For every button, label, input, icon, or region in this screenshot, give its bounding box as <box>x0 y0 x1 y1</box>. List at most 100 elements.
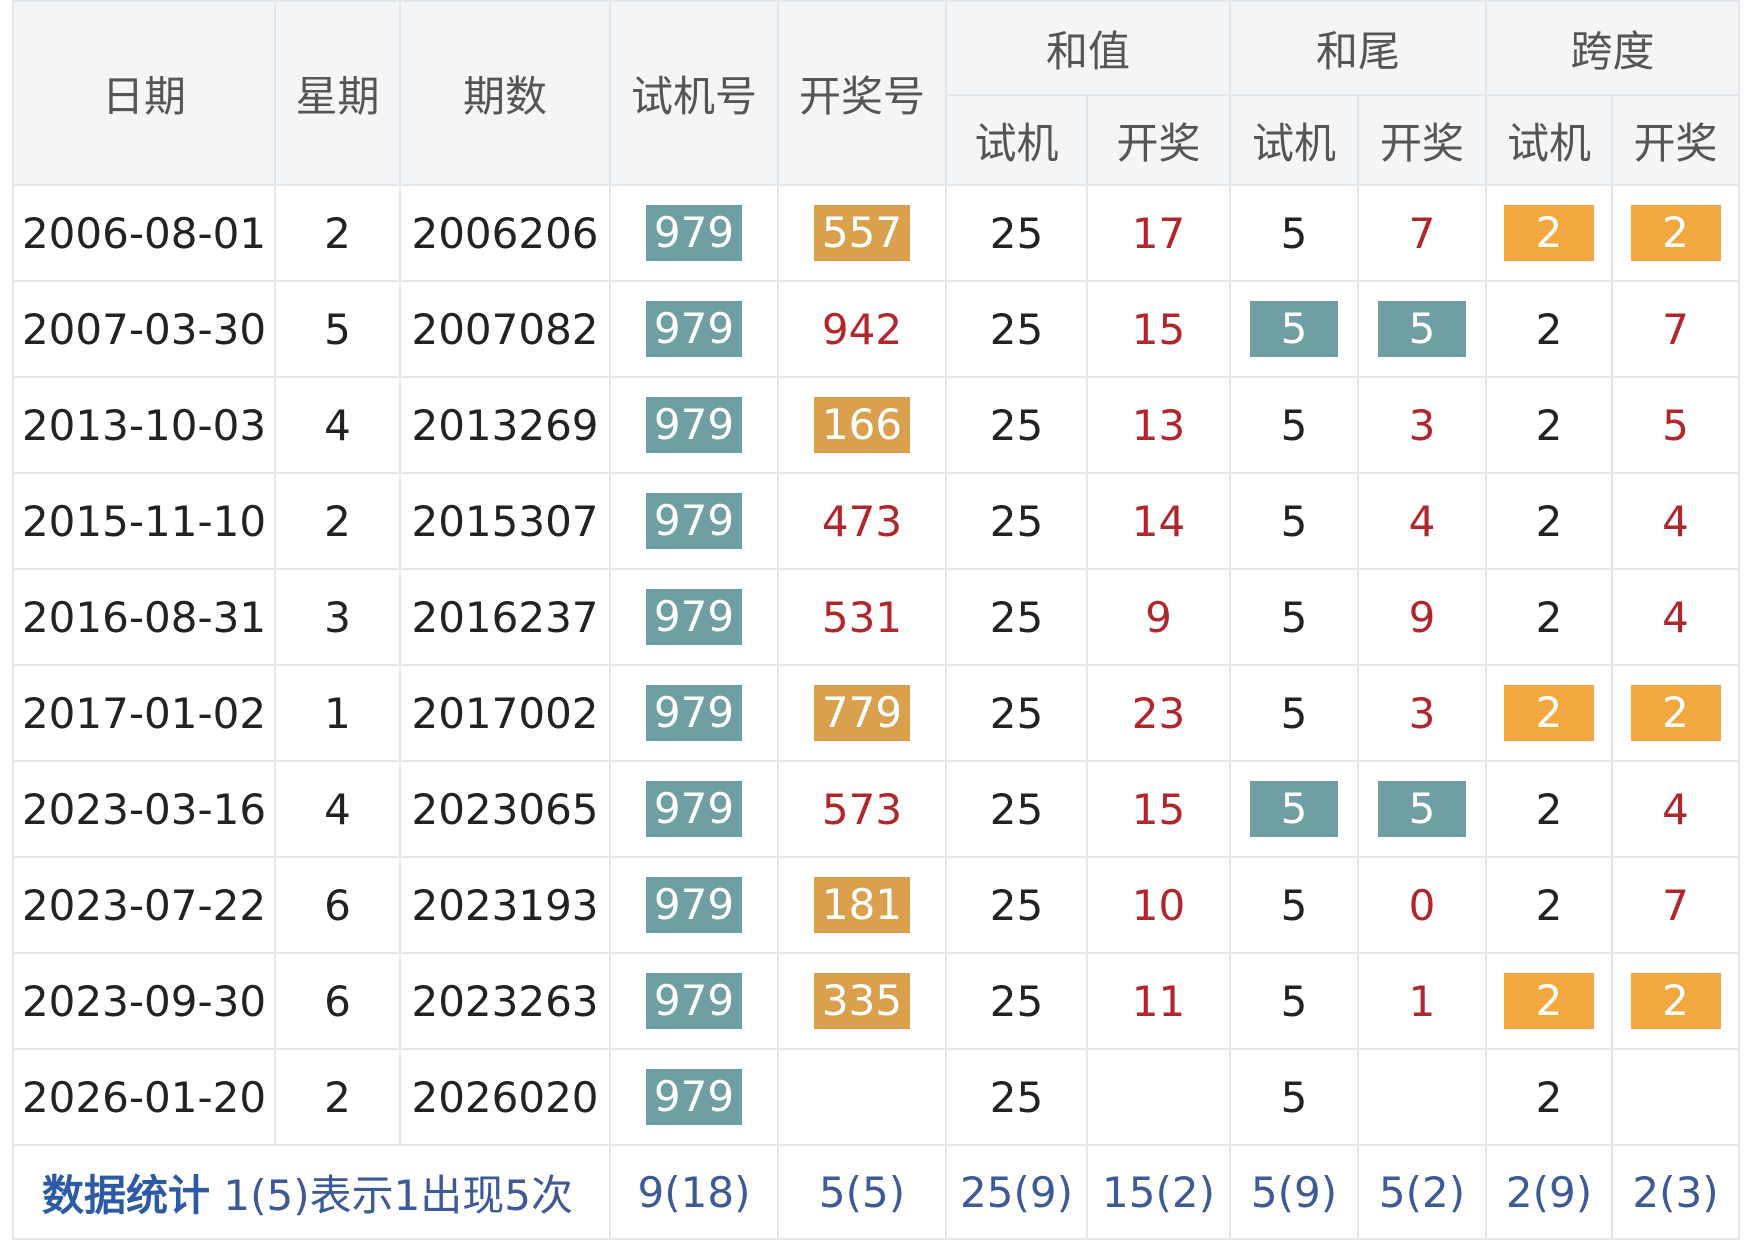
test-number-cell: 979 <box>609 568 779 666</box>
test-number-cell: 979 <box>609 952 779 1050</box>
stats-draw-number: 5(5) <box>777 1144 947 1240</box>
tail-test-cell: 5 <box>1229 952 1359 1050</box>
span-draw-cell: 5 <box>1611 376 1740 474</box>
span-draw-cell: 4 <box>1611 568 1740 666</box>
test-number-badge: 979 <box>646 1069 742 1125</box>
table-row: 2023-03-16 4 2023065 979 573 25 15 5 5 2 4 <box>12 760 1740 858</box>
sum-test-cell: 25 <box>945 760 1088 858</box>
sum-draw-cell: 13 <box>1086 376 1231 474</box>
issue-cell: 2023263 <box>399 952 611 1050</box>
draw-number-cell: 779 <box>777 664 947 762</box>
draw-number-cell: 335 <box>777 952 947 1050</box>
sum-test-cell: 25 <box>945 856 1088 954</box>
issue-cell: 2017002 <box>399 664 611 762</box>
span-draw-cell: 7 <box>1611 856 1740 954</box>
span-draw-cell: 2 <box>1611 664 1740 762</box>
span-test-cell: 2 <box>1485 664 1613 762</box>
stats-footer: 数据统计 1(5)表示1出现5次 9(18) 5(5) 25(9) 15(2) … <box>12 1144 1740 1240</box>
date-cell: 2013-10-03 <box>12 376 276 474</box>
tail-draw-cell: 9 <box>1357 568 1487 666</box>
issue-cell: 2023065 <box>399 760 611 858</box>
weekday-cell: 3 <box>274 568 401 666</box>
draw-number-cell: 942 <box>777 280 947 378</box>
sum-draw-cell: 23 <box>1086 664 1231 762</box>
span-test-cell: 2 <box>1485 568 1613 666</box>
issue-cell: 2016237 <box>399 568 611 666</box>
draw-number-badge: 557 <box>814 205 910 261</box>
issue-cell: 2007082 <box>399 280 611 378</box>
test-number-badge: 979 <box>646 589 742 645</box>
sum-test-cell: 25 <box>945 376 1088 474</box>
span-draw-badge: 2 <box>1630 205 1721 261</box>
test-number-cell: 979 <box>609 856 779 954</box>
span-test-cell: 2 <box>1485 856 1613 954</box>
span-test-badge: 2 <box>1504 685 1594 741</box>
date-cell: 2007-03-30 <box>12 280 276 378</box>
sum-test-cell: 25 <box>945 952 1088 1050</box>
table-row: 2013-10-03 4 2013269 979 166 25 13 5 3 2 5 <box>12 376 1740 474</box>
date-cell: 2023-09-30 <box>12 952 276 1050</box>
stats-sum-test: 25(9) <box>945 1144 1088 1240</box>
span-test-cell: 2 <box>1485 952 1613 1050</box>
stats-test-number: 9(18) <box>609 1144 779 1240</box>
tail-test-badge: 5 <box>1250 781 1338 837</box>
draw-number-cell: 531 <box>777 568 947 666</box>
tail-test-cell: 5 <box>1229 1048 1359 1146</box>
issue-cell: 2026020 <box>399 1048 611 1146</box>
sum-test-cell: 25 <box>945 664 1088 762</box>
date-cell: 2015-11-10 <box>12 472 276 570</box>
weekday-cell: 5 <box>274 280 401 378</box>
draw-number-cell: 181 <box>777 856 947 954</box>
sum-draw-cell: 17 <box>1086 184 1231 282</box>
test-number-cell: 979 <box>609 664 779 762</box>
table-row: 2026-01-20 2 2026020 979 25 5 2 <box>12 1048 1740 1146</box>
tail-test-cell: 5 <box>1229 376 1359 474</box>
test-number-cell: 979 <box>609 184 779 282</box>
sum-test-cell: 25 <box>945 472 1088 570</box>
test-number-badge: 979 <box>646 205 742 261</box>
sum-draw-cell: 14 <box>1086 472 1231 570</box>
stats-tail-draw: 5(2) <box>1357 1144 1487 1240</box>
test-number-cell: 979 <box>609 1048 779 1146</box>
tail-test-cell: 5 <box>1229 568 1359 666</box>
stats-label-cell: 数据统计 1(5)表示1出现5次 <box>12 1144 611 1240</box>
draw-number-badge: 335 <box>814 973 910 1029</box>
test-number-cell: 979 <box>609 760 779 858</box>
tail-test-badge: 5 <box>1250 301 1338 357</box>
date-cell: 2017-01-02 <box>12 664 276 762</box>
test-number-cell: 979 <box>609 280 779 378</box>
draw-number-cell: 166 <box>777 376 947 474</box>
header-tail-test: 试机 <box>1229 94 1359 186</box>
sum-test-cell: 25 <box>945 280 1088 378</box>
tail-draw-badge: 5 <box>1378 781 1466 837</box>
test-number-badge: 979 <box>646 973 742 1029</box>
stats-span-draw: 2(3) <box>1611 1144 1740 1240</box>
span-test-cell: 2 <box>1485 280 1613 378</box>
tail-draw-badge: 5 <box>1378 301 1466 357</box>
test-number-badge: 979 <box>646 397 742 453</box>
tail-draw-cell: 3 <box>1357 376 1487 474</box>
date-cell: 2006-08-01 <box>12 184 276 282</box>
tail-test-cell: 5 <box>1229 472 1359 570</box>
tail-draw-cell: 7 <box>1357 184 1487 282</box>
issue-cell: 2015307 <box>399 472 611 570</box>
issue-cell: 2006206 <box>399 184 611 282</box>
weekday-cell: 4 <box>274 760 401 858</box>
table-row: 2016-08-31 3 2016237 979 531 25 9 5 9 2 4 <box>12 568 1740 666</box>
span-draw-badge: 2 <box>1630 685 1721 741</box>
header-sum-test: 试机 <box>945 94 1088 186</box>
date-cell: 2016-08-31 <box>12 568 276 666</box>
header-tail-draw: 开奖 <box>1357 94 1487 186</box>
test-number-badge: 979 <box>646 493 742 549</box>
span-draw-cell <box>1611 1048 1740 1146</box>
tail-test-cell: 5 <box>1229 664 1359 762</box>
span-test-badge: 2 <box>1504 973 1594 1029</box>
tail-test-cell: 5 <box>1229 184 1359 282</box>
issue-cell: 2023193 <box>399 856 611 954</box>
test-number-badge: 979 <box>646 877 742 933</box>
header-span-group: 跨度 <box>1485 0 1740 96</box>
weekday-cell: 4 <box>274 376 401 474</box>
header-span-test: 试机 <box>1485 94 1613 186</box>
table-header: 日期 星期 期数 试机号 开奖号 和值 和尾 跨度 试机 开奖 试机 开奖 试机… <box>12 0 1740 186</box>
draw-number-badge: 181 <box>814 877 910 933</box>
